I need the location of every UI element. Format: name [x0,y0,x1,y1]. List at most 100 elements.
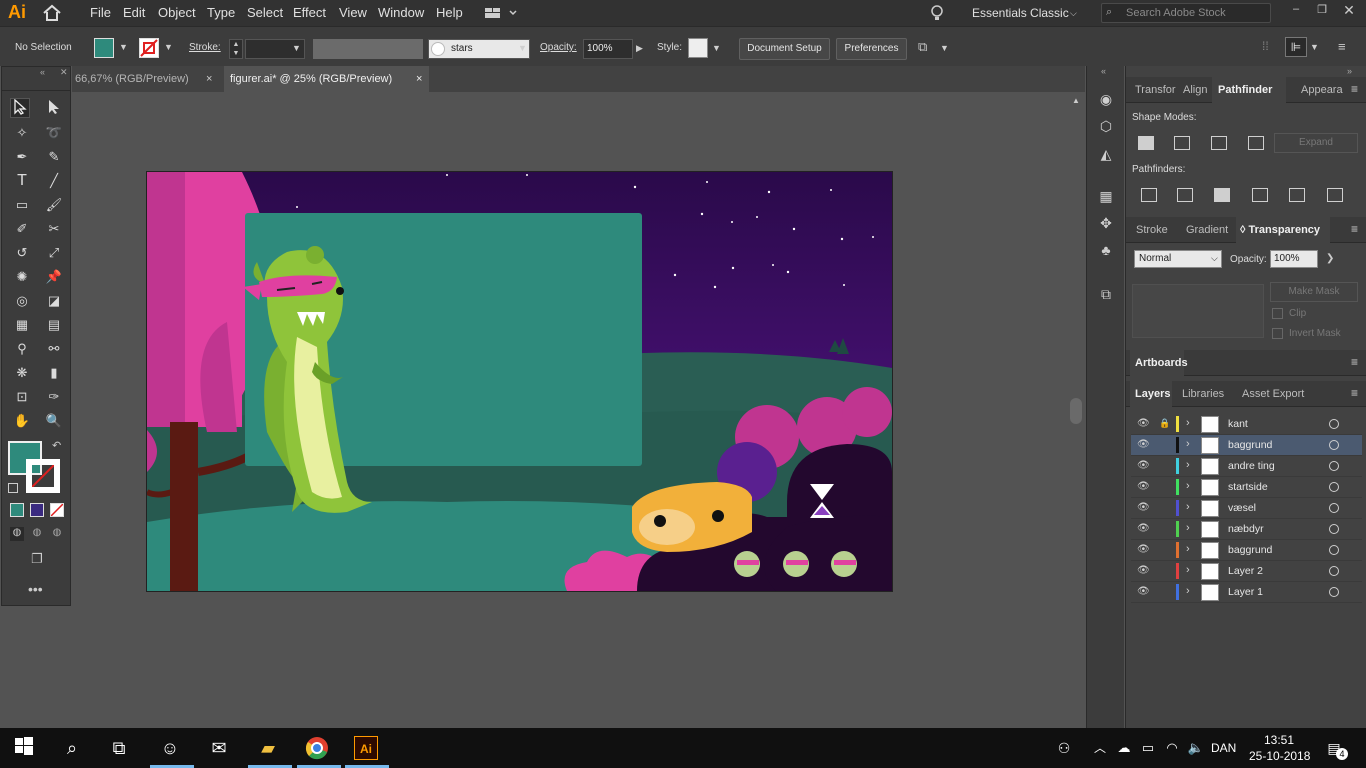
illustrator-app-icon[interactable]: Ai [354,736,378,760]
chevron-down-icon[interactable]: ▼ [292,43,301,53]
menu-icon[interactable]: ≡ [1338,39,1346,54]
artboard-tool-icon[interactable]: ⊡ [12,387,32,407]
shaper-tool-icon[interactable]: ✐ [12,219,32,239]
opacity-label[interactable]: Opacity: [540,42,577,53]
menu-help[interactable]: Help [436,5,463,20]
tab-pathfinder[interactable]: Pathfinder [1212,77,1286,103]
menu-file[interactable]: File [90,5,111,20]
live-paint-icon[interactable]: ◪ [44,291,64,311]
minus-front-icon[interactable] [1174,136,1190,150]
layer-row[interactable]: 👁 › andre ting [1131,456,1362,477]
collapse-icon[interactable]: « [1101,66,1106,76]
target-icon[interactable] [1329,482,1339,492]
target-icon[interactable] [1329,524,1339,534]
wifi-icon[interactable]: ◠ [1160,736,1184,760]
chevron-right-icon[interactable]: ▶ [636,43,643,54]
target-icon[interactable] [1329,440,1339,450]
opacity-field[interactable]: 100% [583,39,633,59]
gradient-mode-icon[interactable] [30,503,44,517]
language-indicator[interactable]: DAN [1211,741,1236,755]
unite-icon[interactable] [1138,136,1154,150]
collapse-icon[interactable]: » [1347,66,1352,76]
expand-arrow-icon[interactable]: › [1186,480,1190,492]
brushes-panel-icon[interactable]: ✥ [1096,213,1116,233]
stroke-weight-stepper[interactable]: ▲ ▼ [229,39,243,59]
eye-icon[interactable]: 👁 [1137,502,1150,513]
eye-icon[interactable]: 👁 [1137,439,1150,450]
tab-align[interactable]: Align [1178,77,1214,103]
more-tools-icon[interactable]: ••• [28,581,43,597]
divide-icon[interactable] [1141,188,1157,202]
task-view-icon[interactable]: ⧉ [107,736,131,760]
volume-icon[interactable]: 🔈 [1184,736,1208,760]
close-icon[interactable]: × [416,66,422,92]
eye-icon[interactable]: 👁 [1137,565,1150,576]
target-icon[interactable] [1329,419,1339,429]
style-swatch[interactable] [688,38,708,58]
chevron-down-icon[interactable]: ▼ [712,43,721,53]
scissors-icon[interactable]: ✂ [44,219,64,239]
layer-name[interactable]: kant [1228,418,1248,430]
panel-menu-icon[interactable]: ≡ [1351,223,1361,235]
menu-type[interactable]: Type [207,5,235,20]
color-mode-icon[interactable] [10,503,24,517]
draw-inside-icon[interactable]: ◍ [50,527,64,541]
chevron-down-icon[interactable]: ▼ [940,43,949,53]
canvas-area[interactable] [72,92,1068,728]
draw-behind-icon[interactable]: ◍ [30,527,44,541]
artboards-panel-icon[interactable]: ⧉ [1096,284,1116,304]
fill-swatch[interactable] [94,38,114,58]
battery-icon[interactable]: ▭ [1136,736,1160,760]
zoom-tool-icon[interactable]: 🔍 [44,411,64,431]
document-setup-button[interactable]: Document Setup [739,38,830,60]
lasso-icon[interactable]: ➰ [44,123,64,143]
crop-icon[interactable] [1252,188,1268,202]
layer-name[interactable]: Layer 2 [1228,565,1263,577]
layer-name[interactable]: startside [1228,481,1268,493]
stroke-label[interactable]: Stroke: [189,42,221,53]
exclude-icon[interactable] [1248,136,1264,150]
trim-icon[interactable] [1177,188,1193,202]
chevron-right-icon[interactable]: ❯ [1326,253,1334,264]
search-icon[interactable]: ⌕ [60,736,84,760]
menu-view[interactable]: View [339,5,367,20]
chevron-down-icon[interactable]: ▼ [518,43,527,53]
blend-tool-icon[interactable]: ⚯ [44,339,64,359]
tab-gradient[interactable]: Gradient [1180,217,1236,243]
tab-artboards[interactable]: Artboards [1130,350,1188,376]
tab-asset-export[interactable]: Asset Export [1236,381,1316,407]
layer-row[interactable]: 👁 🔒 › kant [1131,414,1362,435]
restore-button[interactable]: ❐ [1313,3,1331,21]
vertical-scrollbar[interactable]: ▲ [1068,92,1085,728]
menu-object[interactable]: Object [158,5,196,20]
gradient-panel-icon[interactable]: ◭ [1096,144,1116,164]
direct-selection-tool-icon[interactable] [44,99,64,119]
stroke-color-box[interactable] [26,459,60,493]
color-guide-icon[interactable]: ◉ [1096,89,1116,109]
tab-document-1[interactable]: 66,67% (RGB/Preview) × [72,66,220,92]
eye-icon[interactable]: 👁 [1137,418,1150,429]
magic-wand-icon[interactable]: ✧ [12,123,32,143]
symbol-sprayer-icon[interactable]: ❋ [12,363,32,383]
mail-icon[interactable]: ✉ [207,736,231,760]
layer-row[interactable]: 👁 › væsel [1131,498,1362,519]
panel-menu-icon[interactable]: ≡ [1351,356,1361,368]
merge-icon[interactable] [1214,188,1230,202]
swap-colors-icon[interactable]: ↶ [52,439,61,452]
app-icon[interactable]: ☺ [158,736,182,760]
minimize-button[interactable]: ‒ [1287,3,1305,21]
menu-select[interactable]: Select [247,5,283,20]
preferences-button[interactable]: Preferences [836,38,907,60]
layer-row[interactable]: 👁 › baggrund [1131,540,1362,561]
draw-normal-icon[interactable]: ◍ [10,527,24,541]
hand-tool-icon[interactable]: ✋ [12,411,32,431]
arrange-icon[interactable]: ⧉ [918,39,934,55]
workspace-switcher[interactable]: Essentials Classic [972,6,1069,20]
menu-edit[interactable]: Edit [123,5,145,20]
3d-object-icon[interactable]: ⬡ [1096,116,1116,136]
expand-arrow-icon[interactable]: › [1186,438,1190,450]
eye-icon[interactable]: 👁 [1137,460,1150,471]
eye-icon[interactable]: 👁 [1137,523,1150,534]
gradient-tool-icon[interactable]: ▤ [44,315,64,335]
expand-arrow-icon[interactable]: › [1186,417,1190,429]
